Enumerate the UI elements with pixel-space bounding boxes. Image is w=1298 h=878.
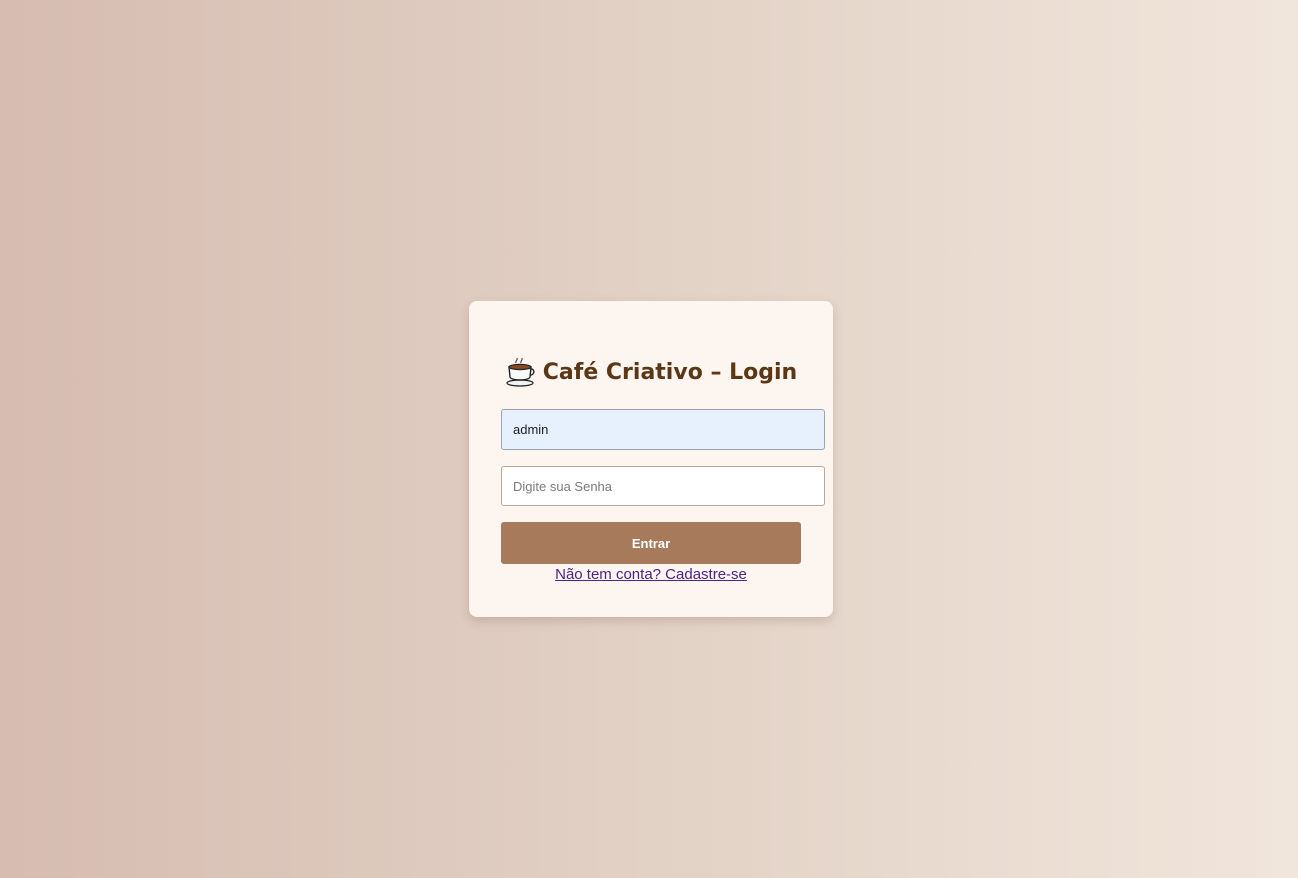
login-button[interactable]: Entrar: [501, 522, 801, 564]
page-title: Café Criativo – Login: [469, 354, 833, 390]
username-input[interactable]: [501, 409, 825, 450]
title-text: Café Criativo – Login: [542, 359, 798, 385]
password-input[interactable]: [501, 466, 825, 506]
coffee-cup-icon: [505, 357, 535, 387]
login-card: Café Criativo – Login Entrar Não tem con…: [469, 301, 833, 617]
signup-link[interactable]: Não tem conta? Cadastre-se: [469, 566, 833, 583]
